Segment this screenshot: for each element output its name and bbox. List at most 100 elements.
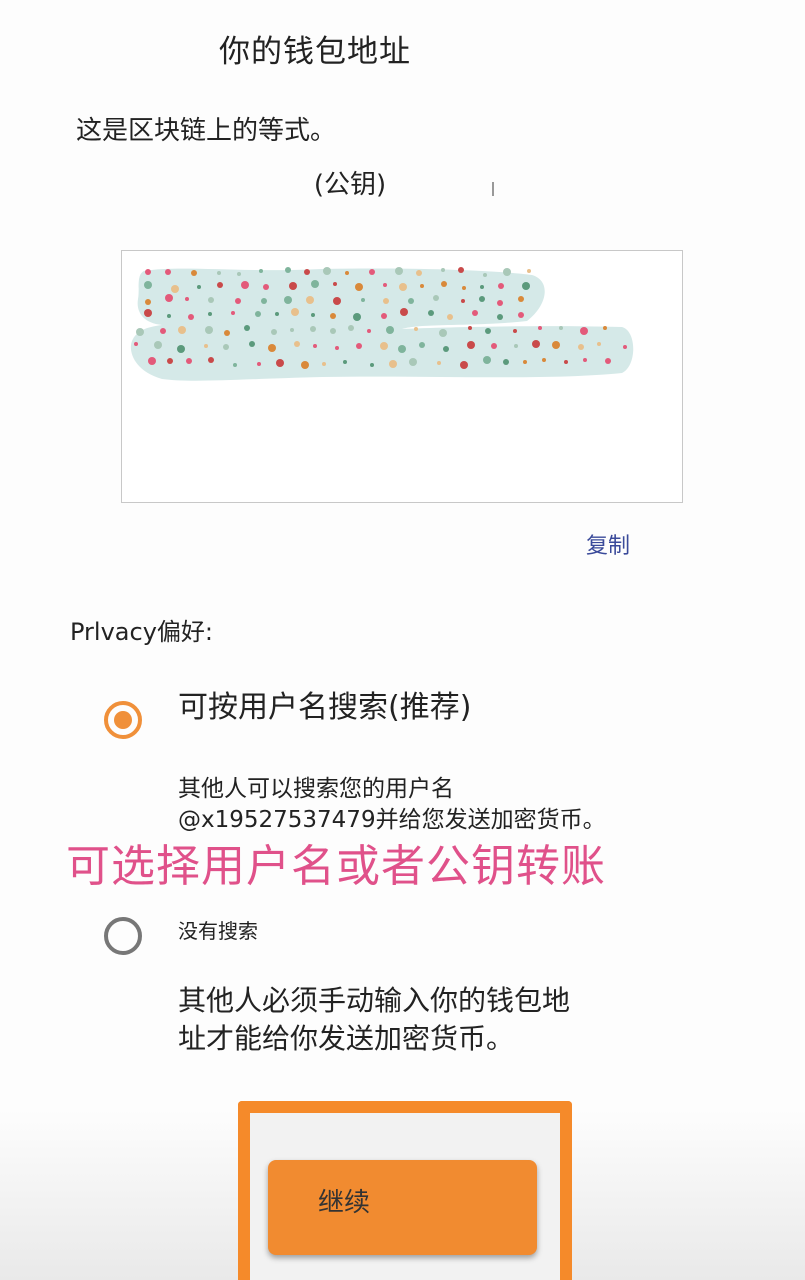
option-not-searchable-desc-line1: 其他人必须手动输入你的钱包地	[178, 984, 571, 1017]
redaction-dot	[268, 344, 276, 352]
redaction-dot	[416, 270, 422, 276]
redaction-dot	[564, 360, 568, 364]
redaction-dot	[186, 358, 192, 364]
redaction-dot	[231, 311, 235, 315]
wallet-description: 这是区块链上的等式。	[76, 116, 337, 146]
redaction-dot	[356, 343, 362, 349]
redaction-dot	[353, 313, 361, 321]
option-searchable-desc-line1: 其他人可以搜索您的用户名	[178, 776, 454, 802]
divider-tick	[492, 182, 494, 196]
redaction-dot	[311, 280, 319, 288]
redaction-dot	[605, 358, 611, 364]
redaction-dot	[343, 360, 347, 364]
redaction-dot	[275, 312, 279, 316]
redaction-dot	[165, 294, 173, 302]
redaction-dot	[144, 281, 152, 289]
redaction-dot	[461, 299, 465, 303]
redaction-dot	[345, 271, 349, 275]
redaction-dot	[154, 341, 162, 349]
redaction-dot	[165, 269, 171, 275]
redaction-dot	[160, 328, 166, 334]
redaction-dot	[208, 357, 214, 363]
redaction-dot	[400, 308, 408, 316]
redaction-dot	[447, 314, 453, 320]
redaction-dot	[290, 328, 294, 332]
option-not-searchable-label[interactable]: 没有搜索	[178, 915, 258, 944]
redaction-dot	[597, 342, 601, 346]
redaction-dot	[261, 298, 267, 304]
redaction-dot	[333, 282, 337, 286]
copy-address-link[interactable]: 复制	[586, 528, 630, 560]
redaction-dot	[583, 358, 587, 362]
redaction-dot	[441, 281, 447, 287]
redaction-dot	[313, 344, 317, 348]
redaction-dot	[294, 341, 300, 347]
redaction-dot	[361, 298, 365, 302]
redaction-dot	[527, 269, 531, 273]
redaction-dot	[580, 327, 588, 335]
redaction-dot	[204, 344, 208, 348]
page-title: 你的钱包地址	[219, 34, 411, 70]
redaction-dot	[538, 326, 542, 330]
redaction-dot	[208, 297, 214, 303]
continue-button-label: 继续	[318, 1188, 371, 1218]
redaction-dot	[414, 327, 418, 331]
radio-not-searchable[interactable]	[104, 917, 142, 955]
redaction-dot	[419, 342, 425, 348]
redaction-dot	[285, 267, 291, 273]
redaction-dot	[552, 341, 560, 349]
redaction-dot	[386, 326, 394, 334]
redaction-dot	[408, 298, 414, 304]
redaction-dot	[191, 270, 197, 276]
redaction-dot	[380, 342, 388, 350]
option-not-searchable-description: 其他人必须手动输入你的钱包地 址才能给你发送加密货币。	[178, 982, 648, 1058]
redaction-dot	[398, 345, 406, 353]
redaction-dot	[603, 326, 607, 330]
redaction-dot	[498, 283, 504, 289]
redaction-dot	[185, 297, 189, 301]
redaction-dot	[223, 344, 229, 350]
redaction-dot	[441, 268, 445, 272]
redaction-dot	[443, 346, 449, 352]
redaction-dot	[271, 329, 277, 335]
redaction-dot	[399, 283, 407, 291]
continue-button[interactable]: 继续	[268, 1160, 537, 1255]
redaction-dot	[518, 312, 524, 318]
redaction-dot	[485, 328, 491, 334]
redaction-dot	[249, 341, 255, 347]
redaction-dot	[257, 362, 261, 366]
redaction-dot	[188, 314, 194, 320]
redaction-dot	[433, 295, 439, 301]
redaction-dot	[369, 269, 375, 275]
redacted-address-overlay	[130, 267, 634, 381]
redaction-dot	[289, 282, 297, 290]
redaction-dot	[395, 267, 403, 275]
redaction-dot	[383, 283, 387, 287]
wallet-address-box	[121, 250, 683, 503]
redaction-dot	[348, 325, 354, 331]
redaction-dot	[333, 297, 341, 305]
redaction-dot	[439, 329, 447, 337]
redaction-dot	[409, 358, 417, 366]
redaction-dot	[437, 361, 441, 365]
redaction-dot	[217, 271, 221, 275]
redaction-dot	[217, 282, 223, 288]
redaction-dot	[578, 344, 584, 350]
redaction-dot	[542, 358, 546, 362]
redaction-dot	[244, 325, 250, 331]
redaction-dot	[483, 356, 491, 364]
redaction-dot	[522, 282, 530, 290]
redaction-dot	[235, 298, 241, 304]
annotation-caption: 可选择用户名或者公钥转账	[66, 841, 606, 892]
redaction-dot	[208, 312, 212, 316]
option-searchable-label[interactable]: 可按用户名搜索(推荐)	[178, 682, 471, 726]
redaction-dot	[480, 285, 484, 289]
redaction-dot	[167, 358, 173, 364]
redaction-dot	[497, 300, 503, 306]
redaction-dot	[301, 361, 309, 369]
redaction-dot	[255, 311, 261, 317]
redaction-dot	[205, 326, 213, 334]
radio-searchable-selected[interactable]	[104, 701, 142, 739]
redaction-dot	[367, 329, 371, 333]
redaction-dot	[197, 285, 201, 289]
